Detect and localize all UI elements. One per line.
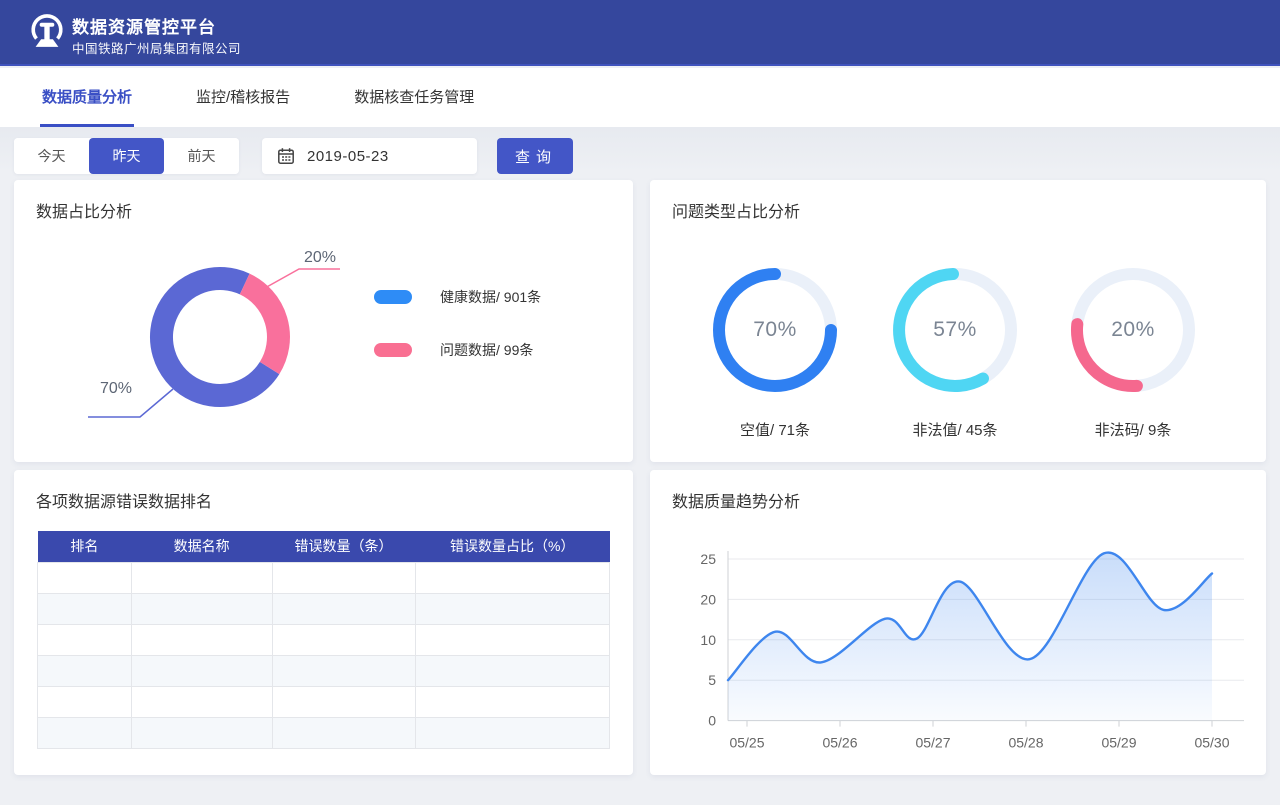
table-column-header: 排名 <box>38 531 132 562</box>
data-ratio-title: 数据占比分析 <box>36 198 132 222</box>
yesterday-button[interactable]: 昨天 <box>89 138 164 174</box>
gauge-ring-wrap: 20% <box>1058 255 1208 405</box>
table-cell <box>415 562 610 593</box>
table-cell <box>272 655 415 686</box>
y-axis-tick-label: 20 <box>700 591 716 607</box>
x-axis-tick-label: 05/30 <box>1194 735 1229 751</box>
table-cell <box>131 655 272 686</box>
table-row[interactable] <box>38 655 610 686</box>
trend-area-fill <box>728 553 1212 721</box>
table-cell <box>415 717 610 748</box>
app-subtitle: 中国铁路广州局集团有限公司 <box>72 38 241 57</box>
gauge-ring-wrap: 70% <box>700 255 850 405</box>
calendar-icon <box>277 147 295 165</box>
donut-legend: 健康数据/ 901条 问题数据/ 99条 <box>374 290 541 396</box>
dashboard-page: 数据资源管控平台 中国铁路广州局集团有限公司 数据质量分析 监控/稽核报告 数据… <box>0 0 1280 805</box>
gauge-null-values: 70% 空值/ 71条 <box>700 255 850 440</box>
x-axis-tick-label: 05/29 <box>1101 735 1136 751</box>
tab-data-check-task-mgmt[interactable]: 数据核查任务管理 <box>352 68 476 127</box>
table-cell <box>415 593 610 624</box>
y-axis-tick-label: 25 <box>700 551 716 567</box>
table-cell <box>272 624 415 655</box>
app-title: 数据资源管控平台 <box>72 13 216 38</box>
tab-data-quality-analysis[interactable]: 数据质量分析 <box>40 68 134 127</box>
table-cell <box>38 717 132 748</box>
table-header-row: 排名数据名称错误数量（条）错误数量占比（%） <box>38 531 610 562</box>
table-cell <box>38 624 132 655</box>
quality-trend-card: 数据质量趋势分析 25 20 10 5 0 05/25 05/26 05/27 05/28 05/… <box>650 470 1266 775</box>
x-axis-tick-label: 05/26 <box>822 735 857 751</box>
main-nav: 数据质量分析 监控/稽核报告 数据核查任务管理 <box>0 68 1280 127</box>
gauge-ring-wrap: 57% <box>880 255 1030 405</box>
legend-label-healthy: 健康数据/ 901条 <box>440 287 541 307</box>
gauge-percent: 70% <box>700 255 850 405</box>
x-axis-tick-label: 05/28 <box>1008 735 1043 751</box>
app-header: 数据资源管控平台 中国铁路广州局集团有限公司 <box>0 0 1280 66</box>
table-cell <box>272 593 415 624</box>
table-cell <box>415 686 610 717</box>
data-ratio-card: 数据占比分析 20% 70% 健康数据/ 901条 问题数据/ 99条 <box>14 180 633 462</box>
table-cell <box>38 562 132 593</box>
gauge-label: 非法值/ 45条 <box>880 419 1030 440</box>
gauge-label: 空值/ 71条 <box>700 419 850 440</box>
table-row[interactable] <box>38 686 610 717</box>
today-button[interactable]: 今天 <box>14 138 89 174</box>
y-axis-tick-label: 5 <box>708 672 716 688</box>
table-cell <box>272 717 415 748</box>
china-railway-logo-icon <box>28 12 66 56</box>
content-area: 今天 昨天 前天 2019-05-23 查询 数据占比分析 <box>0 127 1280 805</box>
quality-trend-title: 数据质量趋势分析 <box>672 488 800 512</box>
date-picker[interactable]: 2019-05-23 <box>262 138 477 174</box>
table-column-header: 错误数量（条） <box>272 531 415 562</box>
problem-types-title: 问题类型占比分析 <box>672 198 800 222</box>
gauge-illegal-values: 57% 非法值/ 45条 <box>880 255 1030 440</box>
donut-slice-1[interactable] <box>245 284 279 368</box>
table-column-header: 错误数量占比（%） <box>415 531 610 562</box>
x-axis-tick-label: 05/27 <box>915 735 950 751</box>
table-cell <box>38 686 132 717</box>
legend-item-problem[interactable]: 问题数据/ 99条 <box>374 343 541 357</box>
table-cell <box>415 624 610 655</box>
legend-swatch-healthy <box>374 290 412 304</box>
table-cell <box>38 655 132 686</box>
quality-trend-area-chart[interactable]: 25 20 10 5 0 05/25 05/26 05/27 05/28 05/29 05/30 <box>650 535 1266 775</box>
table-cell <box>415 655 610 686</box>
tab-monitor-audit-report[interactable]: 监控/稽核报告 <box>194 68 292 127</box>
donut-label-problem-pct: 20% <box>304 249 336 266</box>
date-value: 2019-05-23 <box>307 148 389 165</box>
data-ratio-donut-chart[interactable]: 20% 70% <box>34 235 414 450</box>
table-cell <box>131 686 272 717</box>
y-axis-tick-label: 10 <box>700 632 716 648</box>
day-before-button[interactable]: 前天 <box>164 138 239 174</box>
table-cell <box>131 624 272 655</box>
table-cell <box>131 593 272 624</box>
table-row[interactable] <box>38 624 610 655</box>
table-row[interactable] <box>38 562 610 593</box>
x-axis-tick-label: 05/25 <box>729 735 764 751</box>
query-button[interactable]: 查询 <box>497 138 573 174</box>
error-ranking-table: 排名数据名称错误数量（条）错误数量占比（%） <box>37 531 610 749</box>
table-row[interactable] <box>38 593 610 624</box>
donut-label-healthy-pct: 70% <box>100 380 132 397</box>
table-cell <box>38 593 132 624</box>
table-column-header: 数据名称 <box>131 531 272 562</box>
gauge-percent: 57% <box>880 255 1030 405</box>
legend-label-problem: 问题数据/ 99条 <box>440 340 533 360</box>
legend-item-healthy[interactable]: 健康数据/ 901条 <box>374 290 541 304</box>
table-row[interactable] <box>38 717 610 748</box>
table-cell <box>131 717 272 748</box>
gauge-illegal-codes: 20% 非法码/ 9条 <box>1058 255 1208 440</box>
legend-swatch-problem <box>374 343 412 357</box>
day-button-group: 今天 昨天 前天 <box>14 138 239 174</box>
y-axis-tick-label: 0 <box>708 713 716 729</box>
gauge-label: 非法码/ 9条 <box>1058 419 1208 440</box>
table-cell <box>272 686 415 717</box>
error-ranking-card: 各项数据源错误数据排名 排名数据名称错误数量（条）错误数量占比（%） <box>14 470 633 775</box>
table-cell <box>131 562 272 593</box>
table-cell <box>272 562 415 593</box>
error-ranking-title: 各项数据源错误数据排名 <box>36 488 212 512</box>
problem-types-card: 问题类型占比分析 70% 空值/ 71条 57% 非法值/ 45条 20% <box>650 180 1266 462</box>
gauge-percent: 20% <box>1058 255 1208 405</box>
filter-bar: 今天 昨天 前天 2019-05-23 查询 <box>14 138 573 174</box>
